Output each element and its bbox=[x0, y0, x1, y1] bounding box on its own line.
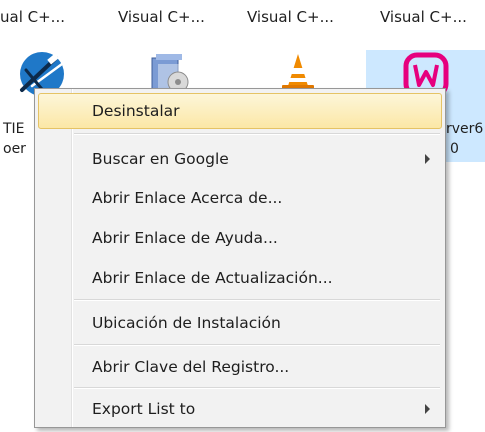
menu-item-label: Abrir Enlace de Actualización... bbox=[92, 269, 333, 287]
menu-item-clave-registro[interactable]: Abrir Clave del Registro... bbox=[38, 349, 442, 385]
tile-caption-line: 0 bbox=[450, 141, 459, 157]
menu-item-desinstalar[interactable]: Desinstalar bbox=[38, 93, 442, 129]
menu-item-label: Buscar en Google bbox=[92, 150, 229, 168]
menu-item-actualizacion[interactable]: Abrir Enlace de Actualización... bbox=[38, 260, 442, 296]
menu-item-label: Abrir Clave del Registro... bbox=[92, 358, 290, 376]
menu-separator bbox=[74, 133, 440, 135]
menu-item-label: Ubicación de Instalación bbox=[92, 314, 281, 332]
menu-item-label: Abrir Enlace de Ayuda... bbox=[92, 229, 278, 247]
menu-item-label: Desinstalar bbox=[92, 102, 180, 120]
menu-item-export-list[interactable]: Export List to bbox=[38, 391, 442, 427]
menu-item-label: Abrir Enlace Acerca de... bbox=[92, 189, 283, 207]
menu-item-ubicacion[interactable]: Ubicación de Instalación bbox=[38, 305, 442, 341]
app-label-visual-c[interactable]: Visual C+... bbox=[247, 8, 334, 26]
context-menu: Desinstalar Buscar en Google Abrir Enlac… bbox=[34, 88, 446, 428]
app-label-visual-c[interactable]: Visual C+... bbox=[118, 8, 205, 26]
menu-separator bbox=[74, 344, 440, 346]
desktop-stage: ual C+... Visual C+... Visual C+... Visu… bbox=[0, 0, 485, 432]
app-label-visual-c[interactable]: Visual C+... bbox=[380, 8, 467, 26]
menu-item-buscar-google[interactable]: Buscar en Google bbox=[38, 141, 442, 177]
tile-caption-line: rver6 bbox=[446, 121, 484, 137]
menu-item-acerca-de[interactable]: Abrir Enlace Acerca de... bbox=[38, 180, 442, 216]
chevron-right-icon bbox=[425, 154, 430, 164]
menu-item-ayuda[interactable]: Abrir Enlace de Ayuda... bbox=[38, 220, 442, 256]
menu-separator bbox=[74, 299, 440, 301]
tile-caption-line: TIE bbox=[3, 121, 25, 137]
chevron-right-icon bbox=[425, 404, 430, 414]
tile-caption-line: oer bbox=[3, 141, 26, 157]
menu-separator bbox=[74, 387, 440, 389]
vlc-cone-icon[interactable] bbox=[278, 52, 318, 92]
menu-item-label: Export List to bbox=[92, 400, 196, 418]
app-label-truncated[interactable]: ual C+... bbox=[0, 8, 65, 26]
